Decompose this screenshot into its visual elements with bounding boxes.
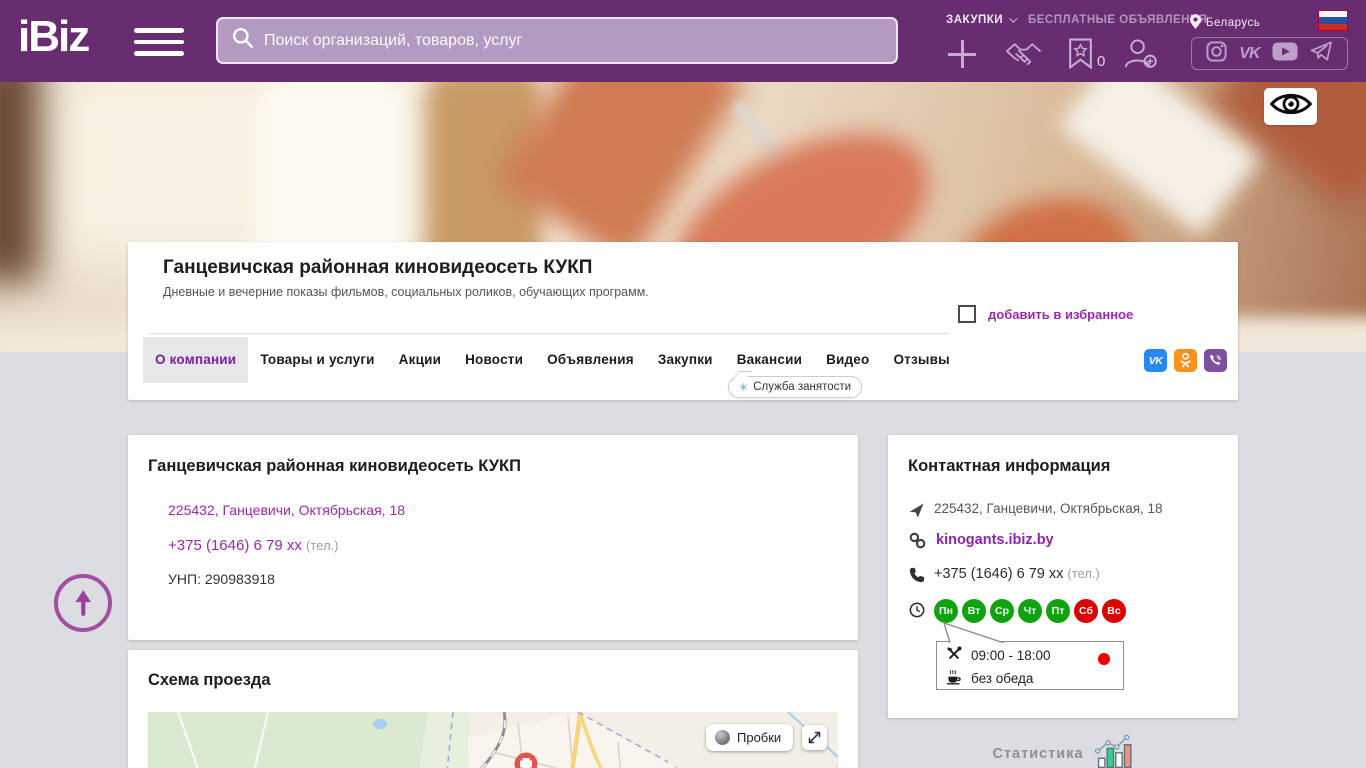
chart-icon: [1094, 733, 1134, 768]
working-hours: 09:00 - 18:00: [971, 648, 1051, 663]
map-title: Схема проезда: [148, 671, 271, 690]
statistics-section: Статистика: [888, 733, 1238, 768]
link-icon: [909, 532, 926, 554]
contact-phone-link[interactable]: +375 (1646) 6 79 xx (тел.): [934, 566, 1100, 582]
clock-icon: [909, 602, 925, 623]
page-title: Ганцевичская районная киновидеосеть КУКП: [163, 257, 592, 279]
instagram-icon[interactable]: [1206, 41, 1227, 67]
day-badge-fri[interactable]: Пт: [1046, 599, 1070, 623]
company-header-card: Ганцевичская районная киновидеосеть КУКП…: [128, 242, 1238, 400]
nav-free-ads[interactable]: БЕСПЛАТНЫЕ ОБЪЯВЛЕНИЯ: [1028, 14, 1207, 26]
navigation-arrow-icon: [909, 503, 924, 523]
snowflake-icon: ✳: [739, 381, 748, 394]
working-days: Пн Вт Ср Чт Пт Сб Вс: [934, 599, 1126, 623]
company-website-link[interactable]: kinogants.ibiz.by: [936, 532, 1054, 548]
scroll-to-top-button[interactable]: [54, 574, 112, 632]
about-title: Ганцевичская районная киновидеосеть КУКП: [148, 457, 521, 476]
tooltip-pointer: [940, 623, 1010, 643]
handshake-icon[interactable]: [1006, 41, 1041, 72]
map-pin-icon: [1190, 14, 1201, 32]
tab-ads[interactable]: Объявления: [535, 337, 646, 383]
contact-address: 225432, Ганцевичи, Октябрьская, 18: [934, 501, 1163, 516]
youtube-icon[interactable]: [1272, 42, 1298, 66]
region-selector[interactable]: Беларусь: [1190, 14, 1260, 32]
visually-impaired-version-button[interactable]: [1264, 88, 1317, 125]
tab-products[interactable]: Товары и услуги: [248, 337, 386, 383]
statistics-label: Статистика: [992, 746, 1083, 762]
contact-title: Контактная информация: [908, 457, 1110, 476]
vk-button[interactable]: VK: [1144, 349, 1167, 372]
telegram-icon[interactable]: [1310, 41, 1333, 66]
tab-about[interactable]: О компании: [143, 337, 248, 383]
company-subtitle: Дневные и вечерние показы фильмов, социа…: [163, 285, 649, 299]
lunch-info: без обеда: [971, 671, 1033, 686]
directions-card: Схема проезда: [128, 650, 858, 768]
schedule-tooltip: 09:00 - 18:00 без обеда: [936, 641, 1124, 690]
tab-promotions[interactable]: Акции: [387, 337, 453, 383]
phone-note: (тел.): [306, 538, 338, 553]
tab-purchases[interactable]: Закупки: [646, 337, 725, 383]
traffic-toggle-button[interactable]: Пробки: [706, 724, 793, 751]
day-badge-sat[interactable]: Сб: [1074, 599, 1098, 623]
about-company-card: Ганцевичская районная киновидеосеть КУКП…: [128, 435, 858, 640]
company-social-links: VK: [1144, 349, 1227, 372]
company-unp: УНП: 290983918: [168, 571, 275, 587]
status-dot: [1098, 653, 1110, 665]
company-phone-link[interactable]: +375 (1646) 6 79 xx (тел.): [168, 537, 338, 554]
menu-icon[interactable]: [134, 28, 184, 56]
eye-icon: [1270, 91, 1312, 122]
tools-icon: [946, 646, 962, 665]
day-badge-wed[interactable]: Ср: [990, 599, 1014, 623]
map-fullscreen-button[interactable]: [802, 725, 827, 750]
day-badge-tue[interactable]: Вт: [962, 599, 986, 623]
add-company-icon[interactable]: [948, 40, 976, 68]
phone-icon: [909, 567, 925, 588]
user-add-icon[interactable]: [1124, 38, 1157, 74]
arrow-up-icon: [72, 588, 94, 618]
divider: [148, 333, 948, 334]
site-logo[interactable]: iBiz: [18, 12, 88, 62]
favorite-checkbox[interactable]: [958, 305, 976, 323]
header-social-links: VK: [1191, 37, 1348, 70]
favorites-count[interactable]: 0: [1097, 53, 1105, 70]
coffee-cup-icon: [946, 669, 962, 688]
day-badge-sun[interactable]: Вс: [1102, 599, 1126, 623]
search-input[interactable]: [264, 32, 882, 50]
language-flag-russia[interactable]: [1318, 10, 1348, 31]
viber-button[interactable]: [1204, 349, 1227, 372]
nav-purchases[interactable]: ЗАКУПКИ: [946, 14, 1015, 26]
tab-news[interactable]: Новости: [453, 337, 535, 383]
day-badge-mon[interactable]: Пн: [934, 599, 958, 623]
employment-service-badge[interactable]: ✳ Служба занятости: [728, 376, 862, 398]
site-header: iBiz ЗАКУПКИ БЕСПЛАТНЫЕ ОБЪЯВЛЕНИЯ Белар…: [0, 0, 1366, 82]
vk-icon[interactable]: VK: [1239, 45, 1259, 63]
add-to-favorites[interactable]: добавить в избранное: [958, 305, 1133, 323]
contact-info-card: Контактная информация 225432, Ганцевичи,…: [888, 435, 1238, 718]
map-canvas[interactable]: Пробки: [148, 712, 838, 768]
day-badge-thu[interactable]: Чт: [1018, 599, 1042, 623]
favorite-label: добавить в избранное: [988, 307, 1133, 322]
tab-reviews[interactable]: Отзывы: [881, 337, 961, 383]
search-icon: [232, 27, 264, 54]
company-address-link[interactable]: 225432, Ганцевичи, Октябрьская, 18: [168, 502, 405, 518]
search-bar: [216, 17, 898, 64]
chevron-down-icon: [1009, 14, 1017, 22]
traffic-icon: [715, 730, 730, 745]
odnoklassniki-button[interactable]: [1174, 349, 1197, 372]
expand-icon: [806, 729, 823, 746]
bookmark-star-icon[interactable]: [1068, 38, 1093, 74]
